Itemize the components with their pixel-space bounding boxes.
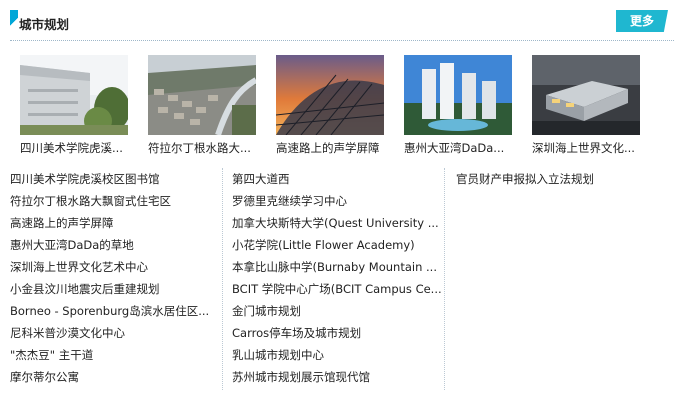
- article-link[interactable]: 摩尔蒂尔公寓: [10, 366, 222, 388]
- article-link[interactable]: 苏州城市规划展示馆现代馆: [232, 366, 444, 388]
- thumbnail-card[interactable]: 高速路上的声学屏障: [276, 55, 384, 155]
- article-link[interactable]: 尼科米普沙漠文化中心: [10, 322, 222, 344]
- thumbnail-gallery: 四川美术学院虎溪... 符拉尔丁根水路大... 高速路上的声学屏障 惠州大亚湾D…: [20, 55, 660, 165]
- article-link[interactable]: 四川美术学院虎溪校区图书馆: [10, 168, 222, 190]
- section-header: 城市规划 更多: [10, 8, 674, 41]
- thumbnail-caption[interactable]: 深圳海上世界文化...: [532, 141, 640, 155]
- thumbnail-caption[interactable]: 四川美术学院虎溪...: [20, 141, 128, 155]
- article-link[interactable]: Carros停车场及城市规划: [232, 322, 444, 344]
- article-link[interactable]: 罗德里克继续学习中心: [232, 190, 444, 212]
- article-link[interactable]: 小花学院(Little Flower Academy): [232, 234, 444, 256]
- article-link[interactable]: 官员财产申报拟入立法规划: [456, 168, 670, 190]
- more-button[interactable]: 更多: [616, 10, 668, 32]
- thumbnail-image[interactable]: [148, 55, 256, 135]
- article-column: 四川美术学院虎溪校区图书馆 符拉尔丁根水路大飘窗式住宅区 高速路上的声学屏障 惠…: [10, 168, 223, 390]
- article-link[interactable]: 高速路上的声学屏障: [10, 212, 222, 234]
- article-list-area: 四川美术学院虎溪校区图书馆 符拉尔丁根水路大飘窗式住宅区 高速路上的声学屏障 惠…: [10, 168, 674, 394]
- thumbnail-caption[interactable]: 符拉尔丁根水路大...: [148, 141, 256, 155]
- article-link[interactable]: 惠州大亚湾DaDa的草地: [10, 234, 222, 256]
- article-link[interactable]: Borneo - Sporenburg岛滨水居住区...: [10, 300, 222, 322]
- section-title: 城市规划: [19, 17, 70, 32]
- thumbnail-caption[interactable]: 高速路上的声学屏障: [276, 141, 384, 155]
- thumbnail-image[interactable]: [20, 55, 128, 135]
- article-link[interactable]: 金门城市规划: [232, 300, 444, 322]
- article-link[interactable]: 小金县汶川地震灾后重建规划: [10, 278, 222, 300]
- thumbnail-caption[interactable]: 惠州大亚湾DaDa...: [404, 141, 512, 155]
- article-link[interactable]: 深圳海上世界文化艺术中心: [10, 256, 222, 278]
- article-link[interactable]: BCIT 学院中心广场(BCIT Campus Ce...: [232, 278, 444, 300]
- article-link[interactable]: 本拿比山脉中学(Burnaby Mountain ...: [232, 256, 444, 278]
- header-accent-mark: [10, 10, 18, 34]
- thumbnail-card[interactable]: 符拉尔丁根水路大...: [148, 55, 256, 155]
- thumbnail-image[interactable]: [276, 55, 384, 135]
- article-column: 第四大道西 罗德里克继续学习中心 加拿大块斯特大学(Quest Universi…: [232, 168, 445, 390]
- thumbnail-card[interactable]: 四川美术学院虎溪...: [20, 55, 128, 155]
- article-link[interactable]: "杰杰豆" 主干道: [10, 344, 222, 366]
- article-link[interactable]: 乳山城市规划中心: [232, 344, 444, 366]
- article-link[interactable]: 加拿大块斯特大学(Quest University ...: [232, 212, 444, 234]
- article-link[interactable]: 符拉尔丁根水路大飘窗式住宅区: [10, 190, 222, 212]
- thumbnail-card[interactable]: 惠州大亚湾DaDa...: [404, 55, 512, 155]
- thumbnail-image[interactable]: [404, 55, 512, 135]
- thumbnail-image[interactable]: [532, 55, 640, 135]
- thumbnail-card[interactable]: 深圳海上世界文化...: [532, 55, 640, 155]
- article-link[interactable]: 第四大道西: [232, 168, 444, 190]
- article-column: 官员财产申报拟入立法规划: [456, 168, 670, 390]
